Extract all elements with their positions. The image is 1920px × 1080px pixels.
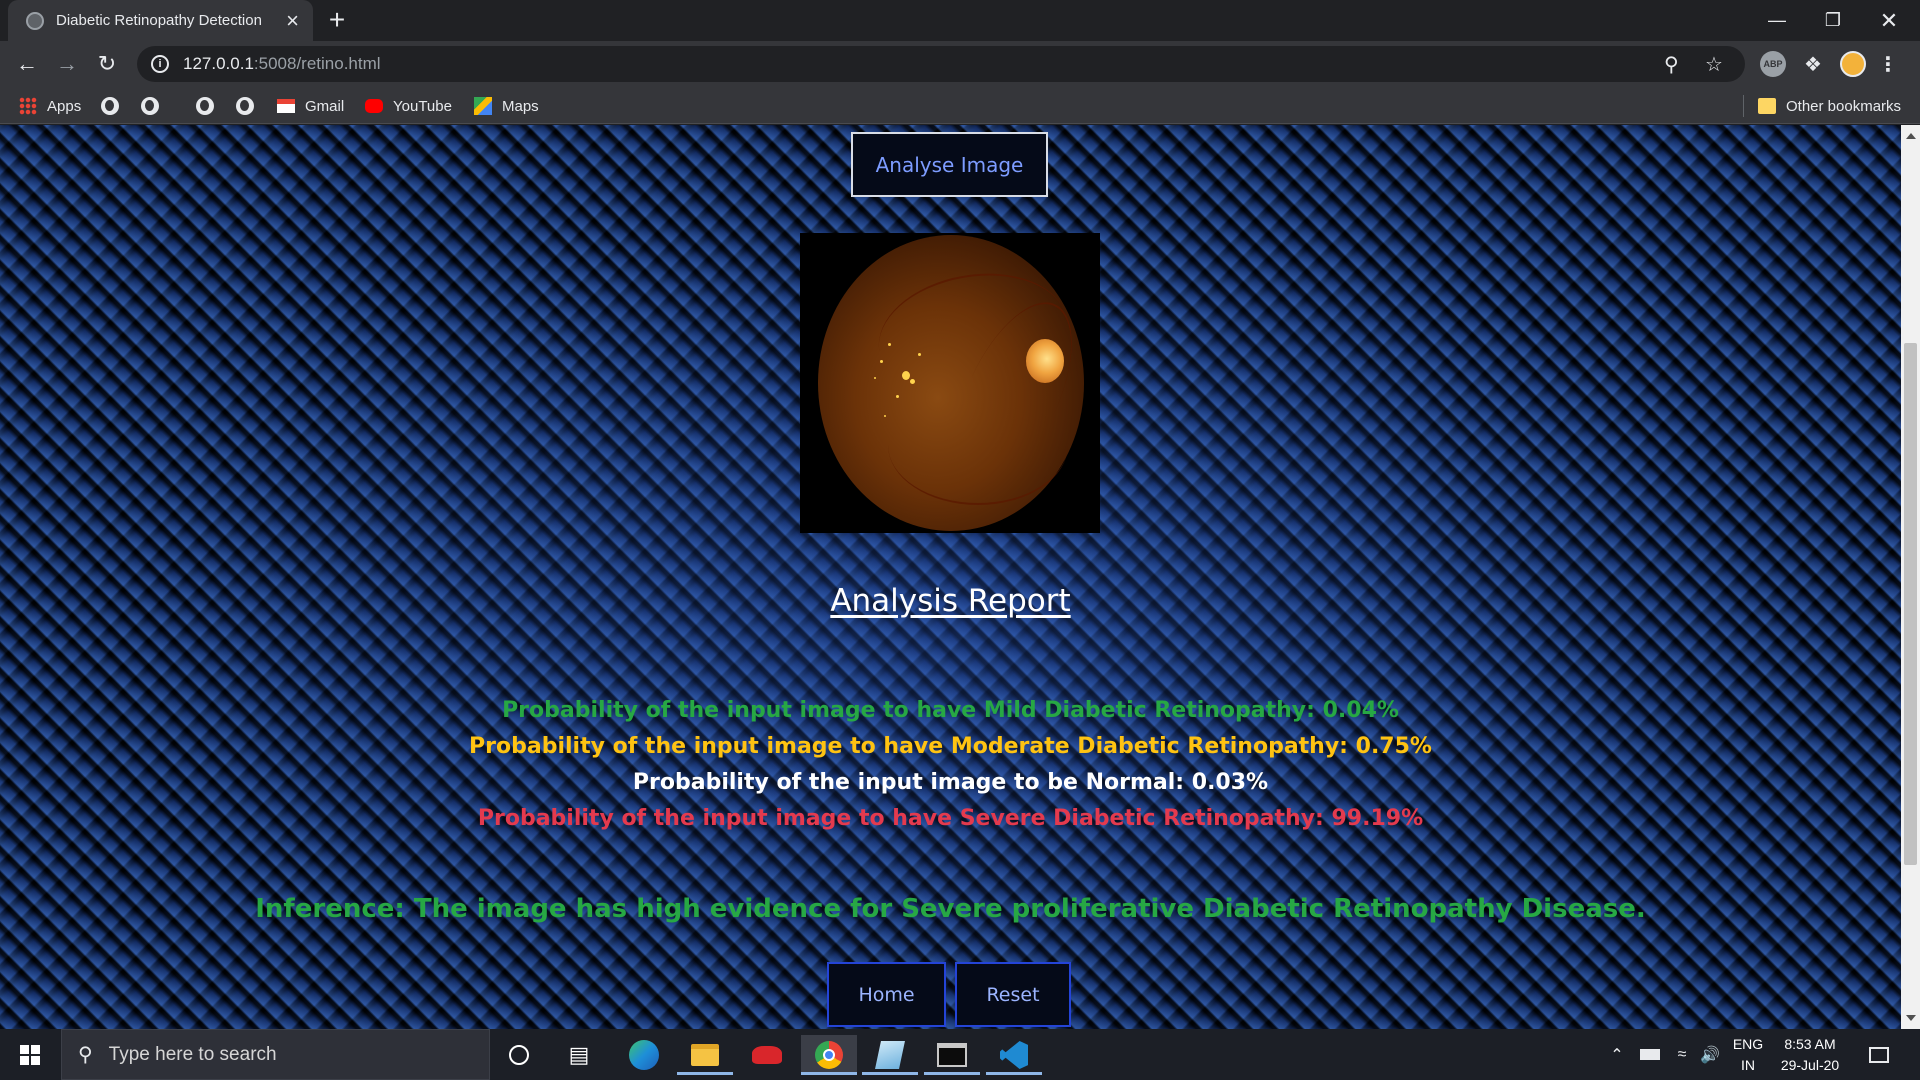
address-bar[interactable]: i 127.0.0.1:5008/retino.html ⚲ ☆ bbox=[137, 46, 1745, 82]
clock-time: 8:53 AM bbox=[1784, 1036, 1836, 1052]
probability-mild: Probability of the input image to have M… bbox=[502, 698, 1399, 723]
analysis-report-title: Analysis Report bbox=[830, 583, 1071, 619]
restore-window-button[interactable]: ❐ bbox=[1805, 0, 1861, 41]
exudate-spot bbox=[896, 395, 899, 398]
exudate-spot bbox=[874, 377, 876, 379]
url-host: 127.0.0.1 bbox=[183, 54, 254, 73]
globe-icon bbox=[196, 97, 214, 115]
windows-logo-icon bbox=[20, 1044, 40, 1065]
exudate-spot bbox=[880, 360, 883, 363]
bookmark-globe-2[interactable] bbox=[141, 95, 159, 117]
minimize-window-button[interactable]: — bbox=[1749, 0, 1805, 41]
start-button[interactable] bbox=[0, 1029, 60, 1080]
globe-icon bbox=[236, 97, 254, 115]
task-view-icon[interactable]: ▤ bbox=[551, 1035, 607, 1075]
analyse-image-button[interactable]: Analyse Image bbox=[851, 132, 1048, 197]
game-app-icon[interactable] bbox=[739, 1035, 795, 1075]
browser-tab[interactable]: Diabetic Retinopathy Detection × bbox=[8, 0, 313, 41]
zoom-icon[interactable]: ⚲ bbox=[1664, 52, 1679, 77]
bookmark-gmail[interactable]: Gmail bbox=[277, 95, 344, 117]
forward-arrow-icon[interactable]: → bbox=[51, 48, 83, 80]
taskbar-search-box[interactable]: ⚲ Type here to search bbox=[61, 1029, 490, 1080]
cortana-icon[interactable] bbox=[491, 1035, 547, 1075]
browser-tab-strip: Diabetic Retinopathy Detection × + — ❐ ✕ bbox=[0, 0, 1920, 41]
bookmark-star-icon[interactable]: ☆ bbox=[1705, 52, 1723, 77]
file-explorer-icon[interactable] bbox=[677, 1035, 733, 1075]
folder-icon bbox=[1758, 98, 1776, 114]
globe-favicon-icon bbox=[26, 11, 44, 30]
bookmarks-bar: Apps Gmail YouTube Maps Other bookmarks bbox=[0, 87, 1920, 124]
new-tab-button[interactable]: + bbox=[322, 6, 352, 36]
retina-image bbox=[800, 233, 1100, 533]
bookmarks-divider bbox=[1743, 95, 1744, 117]
maps-pin-icon bbox=[474, 97, 492, 115]
inference-text: Inference: The image has high evidence f… bbox=[255, 894, 1646, 924]
retina-fundus bbox=[818, 235, 1097, 531]
terminal-icon[interactable] bbox=[924, 1035, 980, 1075]
page-scrollbar[interactable] bbox=[1901, 125, 1920, 1029]
extensions-puzzle-icon[interactable]: ❖ bbox=[1800, 51, 1826, 77]
globe-icon bbox=[141, 97, 159, 115]
exudate-spot bbox=[918, 353, 921, 356]
bookmark-globe-4[interactable] bbox=[236, 95, 254, 117]
site-info-icon[interactable]: i bbox=[151, 55, 169, 73]
youtube-icon bbox=[365, 99, 383, 113]
probability-moderate: Probability of the input image to have M… bbox=[469, 734, 1432, 759]
other-bookmarks-folder[interactable]: Other bookmarks bbox=[1758, 95, 1901, 117]
tab-title: Diabetic Retinopathy Detection bbox=[56, 12, 262, 29]
wifi-icon[interactable]: ≈ bbox=[1668, 1029, 1696, 1080]
scrollbar-thumb[interactable] bbox=[1904, 343, 1917, 865]
search-placeholder: Type here to search bbox=[108, 1043, 277, 1065]
back-arrow-icon[interactable]: ← bbox=[11, 48, 43, 80]
bookmark-maps[interactable]: Maps bbox=[474, 95, 539, 117]
exudate-spot bbox=[910, 379, 915, 384]
close-window-button[interactable]: ✕ bbox=[1861, 0, 1917, 41]
reload-icon[interactable]: ↻ bbox=[91, 48, 123, 80]
reset-button[interactable]: Reset bbox=[955, 962, 1071, 1027]
browser-toolbar: ← → ↻ i 127.0.0.1:5008/retino.html ⚲ ☆ A… bbox=[0, 41, 1920, 87]
home-button[interactable]: Home bbox=[827, 962, 946, 1027]
url-path: :5008/retino.html bbox=[253, 54, 381, 73]
scroll-up-icon[interactable] bbox=[1906, 133, 1916, 139]
adblock-extension-icon[interactable]: ABP bbox=[1760, 51, 1786, 77]
exudate-spot bbox=[884, 415, 886, 417]
language-indicator[interactable]: ENG IN bbox=[1726, 1034, 1770, 1076]
search-icon: ⚲ bbox=[78, 1044, 93, 1066]
gmail-icon bbox=[277, 99, 295, 113]
exudate-spot bbox=[888, 343, 891, 346]
chrome-icon[interactable] bbox=[801, 1035, 857, 1075]
probability-normal: Probability of the input image to be Nor… bbox=[632, 770, 1269, 795]
system-clock[interactable]: 8:53 AM 29-Jul-20 bbox=[1768, 1034, 1852, 1076]
close-tab-icon[interactable]: × bbox=[286, 9, 299, 32]
apps-grid-icon bbox=[19, 97, 37, 115]
battery-icon[interactable] bbox=[1636, 1029, 1664, 1080]
bookmark-youtube[interactable]: YouTube bbox=[365, 95, 452, 117]
windows-taskbar: ⚲ Type here to search ▤ ⌃ ≈ 🔊 ENG IN 8:5… bbox=[0, 1029, 1920, 1080]
globe-icon bbox=[101, 97, 119, 115]
vscode-icon[interactable] bbox=[986, 1035, 1042, 1075]
menu-kebab-icon[interactable]: ⋮ bbox=[1878, 51, 1898, 77]
scroll-down-icon[interactable] bbox=[1906, 1015, 1916, 1021]
profile-avatar[interactable] bbox=[1840, 51, 1866, 77]
notifications-icon[interactable] bbox=[1864, 1029, 1894, 1080]
page-viewport: Analyse Image Analysis Report Probabilit… bbox=[0, 125, 1901, 1029]
probability-severe: Probability of the input image to have S… bbox=[477, 806, 1424, 831]
exudate-spot bbox=[902, 371, 910, 380]
edge-browser-icon[interactable] bbox=[616, 1035, 672, 1075]
notepad-icon[interactable] bbox=[862, 1035, 918, 1075]
bookmark-apps[interactable]: Apps bbox=[19, 95, 81, 117]
bookmark-globe-1[interactable] bbox=[101, 95, 119, 117]
volume-icon[interactable]: 🔊 bbox=[1696, 1029, 1724, 1080]
clock-date: 29-Jul-20 bbox=[1780, 1057, 1840, 1073]
bookmark-globe-3[interactable] bbox=[196, 95, 214, 117]
show-hidden-icons-chevron-icon[interactable]: ⌃ bbox=[1605, 1029, 1629, 1080]
